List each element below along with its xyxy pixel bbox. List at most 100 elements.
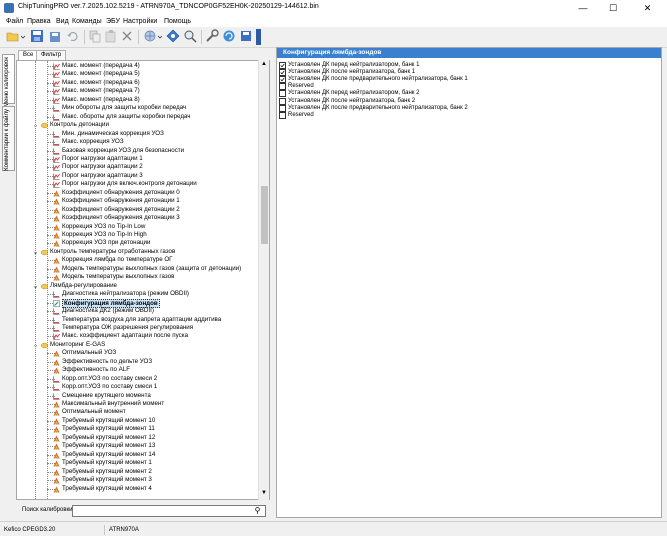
paste-icon[interactable] <box>104 29 118 43</box>
tree-item[interactable]: Требуемый крутящий момент 12 <box>17 434 257 442</box>
checkbox[interactable] <box>279 83 286 91</box>
toolbar-overflow-handle[interactable] <box>256 29 261 45</box>
search-icon[interactable]: ⚲ <box>252 506 263 516</box>
tree-item[interactable]: Эффективность по дельте УОЗ <box>17 358 257 366</box>
search-icon[interactable] <box>183 29 197 43</box>
tree-item[interactable]: Макс. момент (передача 4) <box>17 62 257 70</box>
tree-item[interactable]: Мин. динамическая коррекция УОЗ <box>17 130 257 138</box>
tree-item[interactable]: Порог нагрузки адаптации 3 <box>17 172 257 180</box>
tree-item[interactable]: Макс. коррекция УОЗ <box>17 138 257 146</box>
tree-item[interactable]: Требуемый крутящий момент 11 <box>17 425 257 433</box>
toolbar-separator <box>138 30 139 44</box>
copy-icon[interactable] <box>88 29 102 43</box>
tree-group[interactable]: ⌄ Мониторинг E-GAS <box>17 341 257 349</box>
scrollbar-thumb[interactable] <box>261 186 268 244</box>
menu-view[interactable]: Вид <box>56 16 69 27</box>
tree-item[interactable]: Макс. коэффициент адаптации после пуска <box>17 332 257 341</box>
tree-group[interactable]: ⌄ Контроль температуры отработанных газов <box>17 248 257 256</box>
tree-item[interactable]: Мин обороты для защиты коробки передач <box>17 104 257 113</box>
checkbox[interactable] <box>279 90 286 98</box>
tree-item[interactable]: Модель температуры выхлопных газов (защи… <box>17 265 257 273</box>
tree-item[interactable]: Конфигурация лямбда-зондов <box>17 298 257 308</box>
scroll-up-icon[interactable]: ▲ <box>261 61 267 67</box>
save-as-icon[interactable] <box>48 29 62 43</box>
tree-item[interactable]: Температура ОЖ разрешения регулирования <box>17 324 257 332</box>
tree-item[interactable]: Макс. обороты для защиты коробки передач <box>17 113 257 121</box>
tree-item-label: Требуемый крутящий момент 1 <box>62 459 152 467</box>
menu-settings[interactable]: Настройки <box>123 16 157 27</box>
tree-item[interactable]: Модель температуры выхлопных газов <box>17 273 257 281</box>
tree-item[interactable]: Базовая коррекция УОЗ для безопасности <box>17 147 257 155</box>
tree-item[interactable]: Температура воздуха для запрета адаптаци… <box>17 316 257 324</box>
tree-item[interactable]: Порог нагрузки адаптации 1 <box>17 155 257 163</box>
menu-commands[interactable]: Команды <box>72 16 102 27</box>
tree-item[interactable]: Макс. момент (передача 5) <box>17 70 257 79</box>
menu-file[interactable]: Файл <box>6 16 23 27</box>
tree-item[interactable]: Оптимальный момент <box>17 408 257 416</box>
tree-item[interactable]: Порог нагрузки адаптации 2 <box>17 163 257 172</box>
tree-item[interactable]: Коэффициент обнаружения детонации 0 <box>17 189 257 197</box>
tree-item[interactable]: Корр.опт.УОЗ по составу смеси 2 <box>17 375 257 383</box>
tree-item[interactable]: Коррекция УОЗ по Tip-In Low <box>17 223 257 231</box>
tree-item-label: Оптимальный момент <box>62 408 126 416</box>
close-button[interactable]: ✕ <box>628 0 667 16</box>
tree-item[interactable]: Смещение крутящего момента <box>17 392 257 400</box>
tree-item[interactable]: Макс. момент (передача 8) <box>17 96 257 104</box>
tree-item[interactable]: Требуемый крутящий момент 10 <box>17 417 257 425</box>
tree-item[interactable]: Оптимальный УОЗ <box>17 349 257 357</box>
tree-item[interactable]: Коэффициент обнаружения детонации 2 <box>17 206 257 214</box>
scroll-down-icon[interactable]: ▼ <box>261 490 267 496</box>
checkbox-checked[interactable] <box>279 62 286 69</box>
tree-item[interactable]: Требуемый крутящий момент 2 <box>17 468 257 476</box>
save-small-icon[interactable] <box>239 29 253 43</box>
tools-icon[interactable] <box>205 29 219 43</box>
tree-item[interactable]: Коэффициент обнаружения детонации 3 <box>17 214 257 222</box>
network-icon[interactable] <box>143 29 157 43</box>
tree-item[interactable]: Коррекция лямбда по температуре ОГ <box>17 256 257 264</box>
tree-item[interactable]: Диагностика ДК2 (режим OBDII) <box>17 307 257 315</box>
menu-edit[interactable]: Правка <box>27 16 51 27</box>
tree-item[interactable]: Требуемый крутящий момент 13 <box>17 442 257 450</box>
calibration-editor-panel: Конфигурация лямбда-зондов Установлен ДК… <box>276 47 662 518</box>
tab-filter[interactable]: Фильтр <box>36 50 67 60</box>
menu-ecu[interactable]: ЭБУ <box>106 16 120 27</box>
tree-item[interactable]: Коррекция УОЗ по Tip-In High <box>17 231 257 239</box>
tree-item[interactable]: Макс. момент (передача 6) <box>17 79 257 87</box>
checkbox[interactable] <box>279 111 286 119</box>
checkbox[interactable] <box>279 104 286 112</box>
menu-help[interactable]: Помощь <box>164 16 191 27</box>
save-icon[interactable] <box>30 29 44 43</box>
checkbox[interactable] <box>279 97 286 105</box>
undo-icon[interactable] <box>66 29 80 43</box>
tree-item[interactable]: Макс. момент (передача 7) <box>17 87 257 96</box>
tree-item[interactable]: Эффективность по ALF <box>17 366 257 374</box>
delete-icon[interactable] <box>120 29 134 43</box>
tree-item-label: Порог нагрузки адаптации 2 <box>62 163 143 171</box>
tree-group[interactable]: ⌄ Контроль детонации <box>17 121 257 129</box>
tree-group[interactable]: ⌄ Лямбда-регулирование <box>17 282 257 290</box>
chevron-down-icon[interactable] <box>157 29 163 43</box>
checkbox-checked[interactable] <box>279 69 286 77</box>
chevron-down-icon[interactable] <box>20 29 26 43</box>
tree-scrollbar[interactable]: ▲ ▼ <box>258 60 269 500</box>
checkbox-checked[interactable] <box>279 76 286 84</box>
search-input[interactable] <box>72 505 266 517</box>
tree-item[interactable]: Корр.опт.УОЗ по составу смеси 1 <box>17 383 257 391</box>
diamond-icon[interactable] <box>166 29 180 43</box>
tree-item[interactable]: Максимальный внутренний момент <box>17 400 257 408</box>
tree-item[interactable]: Требуемый крутящий момент 3 <box>17 476 257 484</box>
tree-item[interactable]: Порог нагрузки для включ.контроля детона… <box>17 180 257 189</box>
side-tab-file-comments[interactable]: Комментарии к файлу <box>2 106 15 171</box>
side-tab-calibrations[interactable]: Меню калибровок <box>2 54 15 107</box>
tree-item[interactable]: Коэффициент обнаружения детонации 1 <box>17 197 257 205</box>
curve-icon <box>53 63 60 70</box>
open-folder-icon[interactable] <box>6 29 20 43</box>
maximize-button[interactable]: ☐ <box>598 0 628 16</box>
tree-item[interactable]: Диагностика нейтрализатора (режим OBDII) <box>17 290 257 298</box>
refresh-icon[interactable] <box>222 29 236 43</box>
tree-item[interactable]: Коррекция УОЗ при детонации <box>17 239 257 247</box>
tree-item[interactable]: Требуемый крутящий момент 1 <box>17 459 257 467</box>
minimize-button[interactable]: — <box>568 0 598 16</box>
tree-item[interactable]: Требуемый крутящий момент 4 <box>17 485 257 493</box>
tree-item[interactable]: Требуемый крутящий момент 14 <box>17 451 257 459</box>
